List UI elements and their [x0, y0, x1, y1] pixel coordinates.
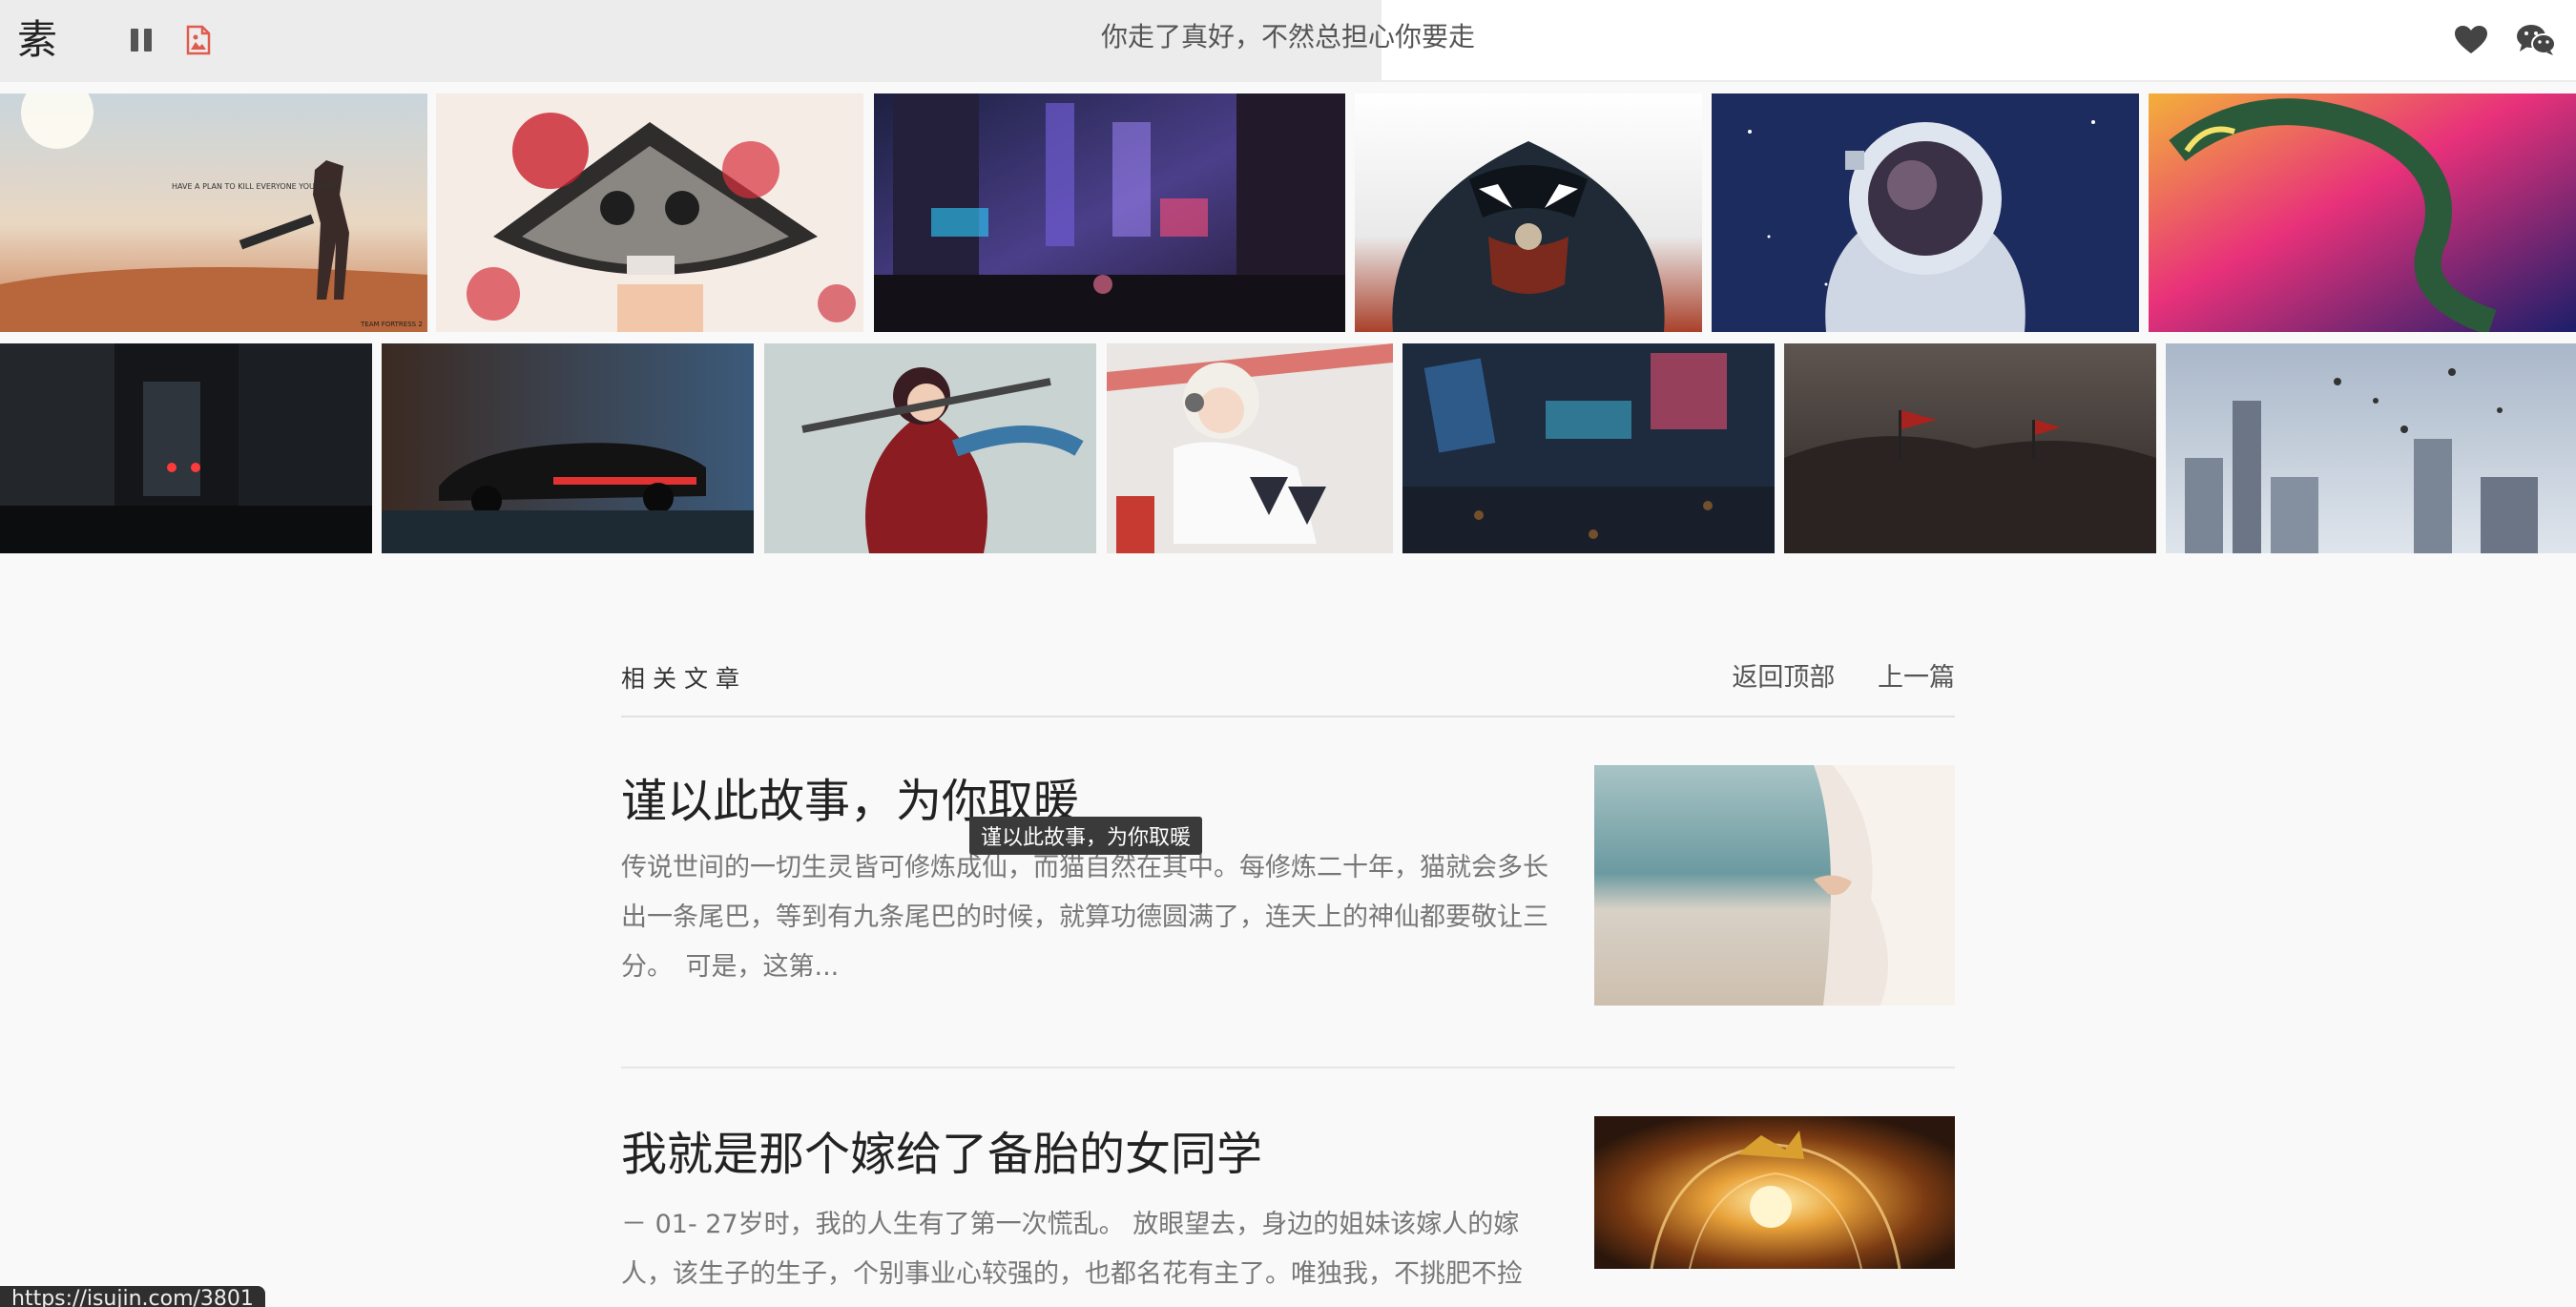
- article-title[interactable]: 我就是那个嫁给了备胎的女同学: [621, 1116, 1262, 1183]
- image-toggle-button[interactable]: [179, 21, 218, 59]
- cyberpunk-city-street-wallpaper[interactable]: [874, 93, 1345, 332]
- wechat-share-button[interactable]: [2515, 19, 2557, 61]
- red-ninja-girl-wallpaper[interactable]: [764, 343, 1096, 553]
- battle-army-wallpaper[interactable]: [1784, 343, 2156, 553]
- article-excerpt: 传说世间的一切生灵皆可修炼成仙，而猫自然在其中。每修炼二十年，猫就会多长出一条尾…: [621, 853, 1548, 982]
- woman-white-dress-thumbnail[interactable]: [1594, 765, 1955, 1006]
- like-button[interactable]: [2450, 19, 2492, 61]
- anime-girl-headphones-wallpaper[interactable]: [1107, 343, 1393, 553]
- venom-wallpaper[interactable]: [1355, 93, 1702, 332]
- related-article: 谨以此故事，为你取暖 传说世间的一切生灵皆可修炼成仙，而猫自然在其中。每修炼二十…: [621, 763, 1955, 1068]
- neon-dragon-wallpaper[interactable]: [2149, 93, 2576, 332]
- article-excerpt: － 01- 27岁时，我的人生有了第一次慌乱。 放眼望去，身边的姐妹该嫁人的嫁人…: [621, 1210, 1523, 1289]
- related-articles-header: 相关文章 返回顶部 上一篇: [621, 654, 1955, 717]
- previous-article-link[interactable]: 上一篇: [1878, 663, 1955, 693]
- article-nav: 返回顶部 上一篇: [1697, 656, 1955, 694]
- pause-button[interactable]: [122, 21, 160, 59]
- wechat-icon: [2517, 25, 2556, 55]
- glowing-orb-warrior-thumbnail[interactable]: [1594, 1116, 1955, 1269]
- related-articles-label: 相关文章: [621, 665, 748, 693]
- neon-city-crowd-wallpaper[interactable]: [1402, 343, 1775, 553]
- astronaut-wallpaper[interactable]: [1712, 93, 2139, 332]
- dark-alley-wallpaper[interactable]: [0, 343, 372, 553]
- header-title: 你走了真好，不然总担心你要走: [1100, 21, 1475, 52]
- top-bar: 素 你走了真好，不然总担心你要走: [0, 0, 2576, 82]
- heart-icon: [2455, 26, 2487, 53]
- link-status-url: https://isujin.com/3801: [0, 1286, 265, 1307]
- site-logo[interactable]: 素: [17, 13, 57, 67]
- image-icon: [186, 25, 211, 55]
- desert-cowboy-wallpaper[interactable]: HAVE A PLAN TO KILL EVERYONE YOU MEET TE…: [0, 93, 427, 332]
- wallpaper-logo-text: TEAM FORTRESS 2: [360, 321, 423, 328]
- pause-icon: [131, 29, 152, 52]
- cyberpunk-car-wallpaper[interactable]: [382, 343, 754, 553]
- flying-city-wallpaper[interactable]: [2166, 343, 2576, 553]
- wallpaper-caption: HAVE A PLAN TO KILL EVERYONE YOU MEET: [172, 182, 338, 191]
- skull-fan-geisha-wallpaper[interactable]: [436, 93, 863, 332]
- title-tooltip: 谨以此故事，为你取暖: [969, 817, 1203, 855]
- related-article: 我就是那个嫁给了备胎的女同学 － 01- 27岁时，我的人生有了第一次慌乱。 放…: [621, 1116, 1955, 1307]
- back-to-top-link[interactable]: 返回顶部: [1732, 663, 1835, 693]
